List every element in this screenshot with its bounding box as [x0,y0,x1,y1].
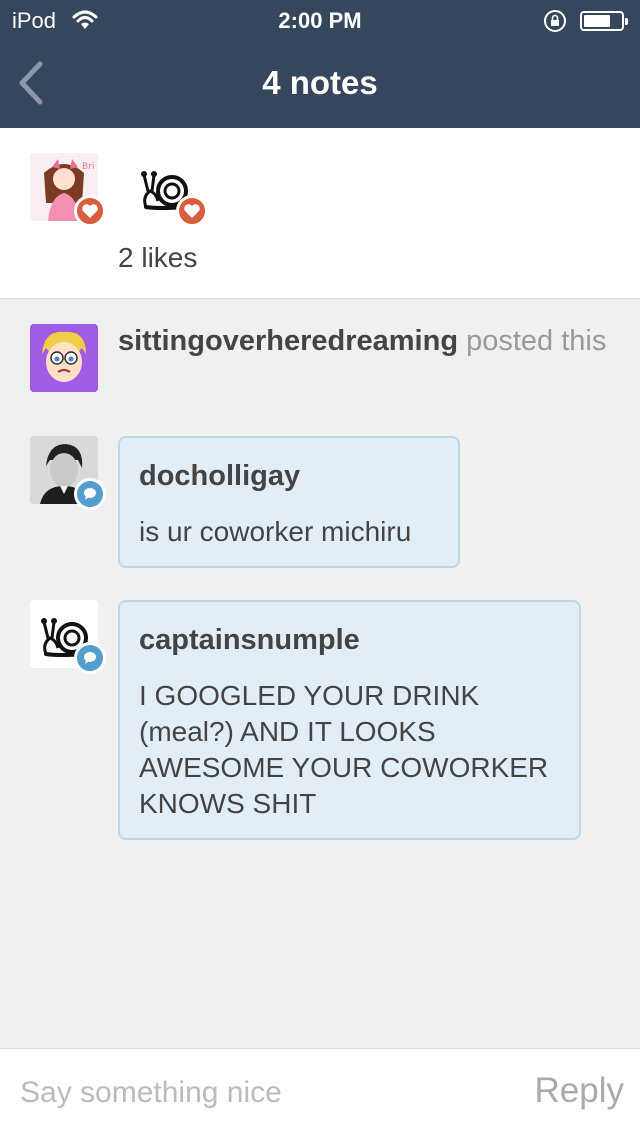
heart-icon [176,195,208,227]
reply-bar: Reply [0,1048,640,1136]
battery-icon [580,11,628,31]
reply-username[interactable]: captainsnumple [139,624,360,657]
reply-bubble: docholligay is ur coworker michiru [118,436,460,568]
reply-username[interactable]: docholligay [139,460,300,493]
navigation-bar: 4 notes [0,40,640,128]
page-title: 4 notes [262,64,378,101]
chat-bubble-icon [74,642,106,674]
reply-message: I GOOGLED YOUR DRINK (meal?) AND IT LOOK… [139,680,549,819]
likes-section: Bri 2 likes [0,128,640,299]
svg-text:Bri: Bri [82,162,94,172]
status-bar: iPod 2:00 PM [0,0,640,40]
likes-count[interactable]: 2 likes [118,242,197,274]
poster-action: posted this [466,325,607,357]
reply-input[interactable] [0,1049,500,1136]
reply-bubble: captainsnumple I GOOGLED YOUR DRINK (mea… [118,600,581,840]
poster-username[interactable]: sittingoverheredreaming [118,325,458,357]
poster-line: sittingoverheredreaming posted this [118,324,608,359]
rotation-lock-icon [543,9,567,39]
heart-icon [74,195,106,227]
chat-bubble-icon [74,478,106,510]
reply-message: is ur coworker michiru [139,516,412,547]
blonde-cartoon-avatar[interactable] [30,324,98,392]
reply-button[interactable]: Reply [520,1071,624,1111]
